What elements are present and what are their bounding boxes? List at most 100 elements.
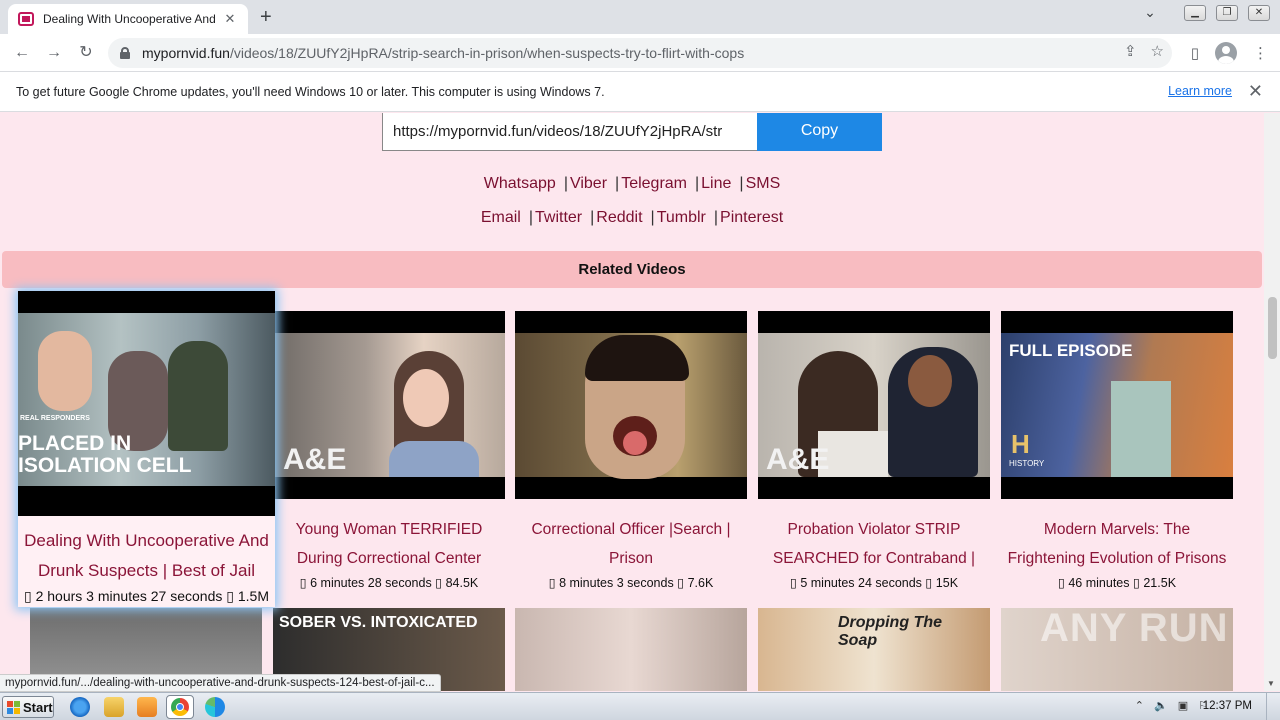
infobar-close-icon[interactable]: ✕ bbox=[1248, 81, 1263, 102]
video-title[interactable]: Young Woman TERRIFIED During Correctiona… bbox=[273, 515, 505, 573]
share-pinterest-link[interactable]: Pinterest bbox=[720, 209, 783, 226]
show-desktop-button[interactable] bbox=[1266, 693, 1280, 720]
video-thumbnail[interactable]: FULL EPISODE H HISTORY bbox=[1001, 311, 1233, 499]
video-views: 7.6K bbox=[687, 576, 714, 590]
video-duration: 5 minutes 24 seconds bbox=[800, 576, 922, 590]
address-bar[interactable]: mypornvid.fun/videos/18/ZUUfY2jHpRA/stri… bbox=[108, 38, 1172, 68]
tab-strip: Dealing With Uncooperative And Dru ✕ + ⌄… bbox=[0, 0, 1280, 34]
video-views: 15K bbox=[935, 576, 959, 590]
watermark-logo: ANY RUN bbox=[1040, 606, 1229, 650]
video-thumbnail[interactable]: A&E bbox=[758, 311, 990, 499]
chrome-taskbar-button[interactable] bbox=[166, 695, 194, 719]
internet-explorer-icon[interactable] bbox=[70, 697, 90, 717]
media-player-icon[interactable] bbox=[137, 697, 157, 717]
eye-icon: ▯ bbox=[1132, 576, 1140, 590]
thumbnail-caption: PLACED IN ISOLATION CELL bbox=[18, 432, 192, 477]
share-url-input[interactable] bbox=[382, 113, 757, 151]
share-links-row-1: Whatsapp | Viber | Telegram | Line | SMS bbox=[483, 175, 781, 192]
windows-taskbar: Start ⌃ 🔈 ▣ ⚐ 12:37 PM bbox=[0, 692, 1280, 720]
video-duration: 2 hours 3 minutes 27 seconds bbox=[35, 588, 223, 604]
share-email-link[interactable]: Email bbox=[481, 209, 521, 226]
eye-icon: ▯ bbox=[925, 576, 933, 590]
browser-toolbar: ← → ↻ mypornvid.fun/videos/18/ZUUfY2jHpR… bbox=[0, 34, 1280, 72]
video-thumbnail[interactable]: A&E bbox=[273, 311, 505, 499]
share-telegram-link[interactable]: Telegram bbox=[621, 175, 687, 192]
eye-icon: ▯ bbox=[435, 576, 443, 590]
clock-icon: ▯ bbox=[548, 576, 556, 590]
share-tumblr-link[interactable]: Tumblr bbox=[657, 209, 706, 226]
url-path: /videos/18/ZUUfY2jHpRA/strip-search-in-p… bbox=[229, 45, 745, 61]
page-content: Copy Whatsapp|Viber|Telegram|Line|SMS Em… bbox=[0, 113, 1264, 691]
video-card[interactable]: A&E Young Woman TERRIFIED During Correct… bbox=[273, 311, 505, 590]
share-sms-link[interactable]: SMS bbox=[746, 175, 781, 192]
video-meta: ▯ 2 hours 3 minutes 27 seconds ▯ 1.5M bbox=[18, 588, 275, 605]
video-views: 21.5K bbox=[1143, 576, 1177, 590]
eye-icon: ▯ bbox=[226, 588, 234, 604]
copy-button[interactable]: Copy bbox=[757, 113, 882, 151]
video-title[interactable]: Modern Marvels: The Frightening Evolutio… bbox=[1001, 515, 1233, 573]
video-title[interactable]: Dealing With Uncooperative And Drunk Sus… bbox=[18, 526, 275, 586]
video-views: 84.5K bbox=[445, 576, 479, 590]
thumbnail-badge: HISTORY bbox=[1009, 459, 1045, 468]
restore-button[interactable]: ❐ bbox=[1216, 4, 1238, 21]
related-videos-heading: Related Videos bbox=[2, 251, 1262, 288]
video-thumbnail[interactable]: Dropping The Soap bbox=[758, 608, 990, 691]
bookmark-star-icon[interactable]: ☆ bbox=[1151, 42, 1164, 60]
share-url-row: Copy bbox=[382, 113, 882, 151]
scroll-down-arrow-icon[interactable]: ▼ bbox=[1267, 679, 1275, 688]
new-tab-icon[interactable]: + bbox=[260, 6, 272, 29]
video-duration: 6 minutes 28 seconds bbox=[310, 576, 432, 590]
taskbar-clock[interactable]: 12:37 PM bbox=[1203, 700, 1252, 712]
tab-close-icon[interactable]: ✕ bbox=[222, 11, 238, 27]
eye-icon: ▯ bbox=[677, 576, 685, 590]
profile-avatar-icon[interactable] bbox=[1215, 42, 1237, 64]
share-icon[interactable]: ⇪ bbox=[1124, 42, 1137, 60]
network-icon[interactable]: ▣ bbox=[1178, 699, 1188, 712]
video-card[interactable]: Correctional Officer |Search | Prison ▯ … bbox=[515, 311, 747, 590]
clock-icon: ▯ bbox=[299, 576, 307, 590]
share-viber-link[interactable]: Viber bbox=[570, 175, 607, 192]
video-title[interactable]: Probation Violator STRIP SEARCHED for Co… bbox=[758, 515, 990, 573]
video-card-hovered[interactable]: REAL RESPONDERS PLACED IN ISOLATION CELL… bbox=[18, 291, 275, 607]
video-meta: ▯ 8 minutes 3 seconds ▯ 7.6K bbox=[515, 575, 747, 590]
volume-icon[interactable]: 🔈 bbox=[1154, 699, 1168, 712]
page-scrollbar[interactable]: ▼ bbox=[1264, 113, 1280, 691]
back-arrow-icon[interactable]: ← bbox=[10, 41, 34, 65]
reload-icon[interactable]: ↻ bbox=[74, 41, 98, 65]
scrollbar-thumb[interactable] bbox=[1268, 297, 1277, 359]
video-views: 1.5M bbox=[237, 588, 269, 604]
share-whatsapp-link[interactable]: Whatsapp bbox=[484, 175, 556, 192]
file-explorer-icon[interactable] bbox=[104, 697, 124, 717]
minimize-button[interactable]: ▁ bbox=[1184, 4, 1206, 21]
forward-arrow-icon[interactable]: → bbox=[42, 41, 66, 65]
edge-icon[interactable] bbox=[205, 697, 225, 717]
learn-more-link[interactable]: Learn more bbox=[1168, 84, 1232, 98]
tray-expand-icon[interactable]: ⌃ bbox=[1135, 699, 1144, 712]
video-thumbnail[interactable]: REAL RESPONDERS PLACED IN ISOLATION CELL bbox=[18, 291, 275, 516]
video-meta: ▯ 6 minutes 28 seconds ▯ 84.5K bbox=[273, 575, 505, 590]
tab-search-chevron-icon[interactable]: ⌄ bbox=[1138, 4, 1162, 21]
video-thumbnail[interactable] bbox=[515, 311, 747, 499]
clock-icon: ▯ bbox=[789, 576, 797, 590]
history-logo-icon: H bbox=[1011, 429, 1030, 459]
video-duration: 8 minutes 3 seconds bbox=[559, 576, 674, 590]
video-title[interactable]: Correctional Officer |Search | Prison bbox=[515, 515, 747, 573]
video-card[interactable]: A&E Probation Violator STRIP SEARCHED fo… bbox=[758, 311, 990, 590]
side-panel-icon[interactable]: ▯ bbox=[1191, 44, 1199, 62]
active-tab[interactable]: Dealing With Uncooperative And Dru ✕ bbox=[8, 4, 248, 34]
share-reddit-link[interactable]: Reddit bbox=[596, 209, 642, 226]
thumbnail-caption: A&E bbox=[283, 443, 347, 476]
thumbnail-caption: FULL EPISODE bbox=[1009, 341, 1133, 360]
start-button[interactable]: Start bbox=[2, 696, 54, 718]
share-line-link[interactable]: Line bbox=[701, 175, 731, 192]
windows-logo-icon bbox=[7, 700, 20, 714]
thumbnail-caption: SOBER VS. INTOXICATED bbox=[279, 614, 478, 631]
close-window-button[interactable]: ✕ bbox=[1248, 4, 1270, 21]
video-card[interactable]: FULL EPISODE H HISTORY Modern Marvels: T… bbox=[1001, 311, 1233, 590]
thumbnail-caption: Dropping The Soap bbox=[838, 614, 942, 649]
infobar-message: To get future Google Chrome updates, you… bbox=[16, 84, 605, 99]
kebab-menu-icon[interactable]: ⋮ bbox=[1253, 44, 1268, 62]
lock-icon[interactable] bbox=[120, 47, 130, 59]
video-thumbnail[interactable] bbox=[515, 608, 747, 691]
share-twitter-link[interactable]: Twitter bbox=[535, 209, 582, 226]
